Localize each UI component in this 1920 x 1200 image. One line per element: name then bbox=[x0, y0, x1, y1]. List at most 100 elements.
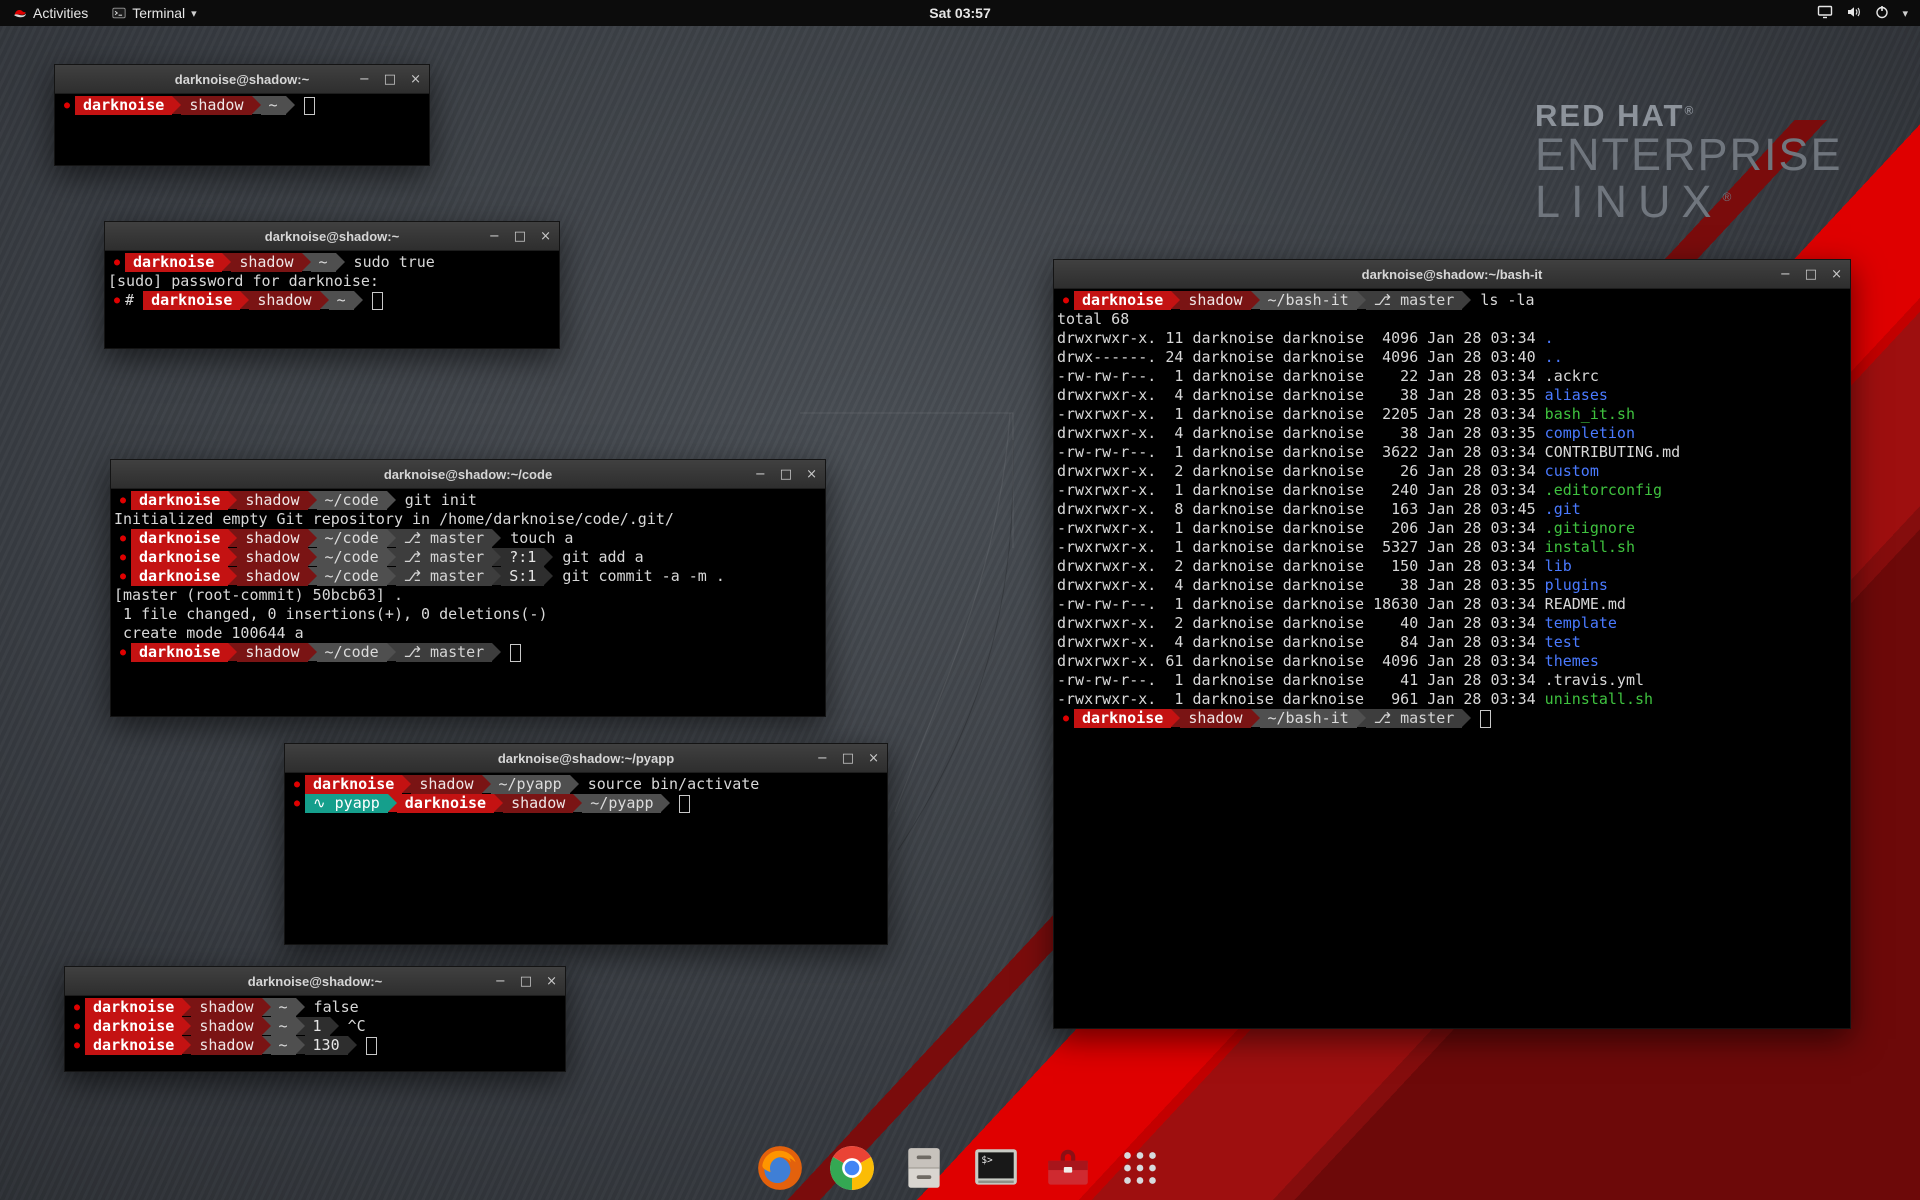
minimize-button[interactable]: − bbox=[817, 752, 828, 765]
prompt-user-segment: darknoise bbox=[143, 291, 240, 310]
chevron-down-icon: ▾ bbox=[1902, 7, 1908, 20]
terminal-line: drwxrwxr-x. 4 darknoise darknoise 38 Jan… bbox=[1057, 386, 1850, 405]
redhat-prompt-icon: ● bbox=[1057, 709, 1074, 728]
maximize-button[interactable]: □ bbox=[1805, 268, 1817, 281]
minimize-button[interactable]: − bbox=[495, 975, 506, 988]
windows-layer: darknoise@shadow:~−□×●darknoiseshadow~da… bbox=[0, 0, 1920, 1200]
prompt-path-segment: ~ bbox=[271, 1036, 296, 1055]
redhat-prompt-icon: ● bbox=[288, 794, 305, 813]
window-titlebar[interactable]: darknoise@shadow:~ − □ × bbox=[55, 65, 429, 94]
close-button[interactable]: × bbox=[868, 752, 879, 765]
terminal-body[interactable]: ●darknoiseshadow~ false●darknoiseshadow~… bbox=[65, 996, 565, 1071]
close-button[interactable]: × bbox=[546, 975, 557, 988]
terminal-window-home-sudo[interactable]: darknoise@shadow:~−□×●darknoiseshadow~ s… bbox=[104, 221, 560, 349]
powerline-separator bbox=[492, 567, 501, 585]
maximize-button[interactable]: □ bbox=[842, 752, 854, 765]
terminal-text: ls -la bbox=[1471, 291, 1534, 310]
text-cursor bbox=[679, 795, 690, 813]
close-button[interactable]: × bbox=[1831, 268, 1842, 281]
powerline-separator bbox=[492, 529, 501, 547]
dock-item-terminal[interactable]: $> bbox=[968, 1140, 1024, 1196]
prompt-path-segment: ~ bbox=[261, 96, 286, 115]
powerline-separator bbox=[1357, 709, 1366, 727]
prompt-git-segment: ⎇ master bbox=[1366, 291, 1463, 310]
prompt-user-segment: darknoise bbox=[125, 253, 222, 272]
executable-name: install.sh bbox=[1545, 538, 1635, 557]
minimize-button[interactable]: − bbox=[1780, 268, 1791, 281]
directory-name: completion bbox=[1545, 424, 1635, 443]
terminal-line: ●darknoiseshadow~/code git init bbox=[114, 491, 825, 510]
activities-button[interactable]: Activities bbox=[0, 0, 100, 26]
redhat-prompt-icon: ● bbox=[68, 1017, 85, 1036]
terminal-line: -rwxrwxr-x. 1 darknoise darknoise 206 Ja… bbox=[1057, 519, 1850, 538]
window-titlebar[interactable]: darknoise@shadow:~/bash-it − □ × bbox=[1054, 260, 1850, 289]
close-button[interactable]: × bbox=[540, 230, 551, 243]
prompt-user-segment: darknoise bbox=[85, 1017, 182, 1036]
window-titlebar[interactable]: darknoise@shadow:~/pyapp−□× bbox=[285, 744, 887, 773]
terminal-window-bash-it[interactable]: darknoise@shadow:~/bash-it−□×●darknoises… bbox=[1053, 259, 1851, 1029]
dock-item-firefox[interactable] bbox=[752, 1140, 808, 1196]
terminal-line: drwxrwxr-x. 4 darknoise darknoise 38 Jan… bbox=[1057, 576, 1850, 595]
window-titlebar[interactable]: darknoise@shadow:~/code−□× bbox=[111, 460, 825, 489]
terminal-text: touch a bbox=[501, 529, 573, 548]
powerline-separator bbox=[387, 548, 396, 566]
terminal-text: drwxrwxr-x. 11 darknoise darknoise 4096 … bbox=[1057, 329, 1545, 348]
powerline-separator bbox=[482, 775, 491, 793]
window-titlebar[interactable]: darknoise@shadow:~−□× bbox=[105, 222, 559, 251]
dock-item-files[interactable] bbox=[896, 1140, 952, 1196]
redhat-logo-icon bbox=[12, 6, 27, 21]
terminal-body[interactable]: ●darknoiseshadow~/bash-it⎇ master ls -la… bbox=[1054, 289, 1850, 1028]
terminal-window-code[interactable]: darknoise@shadow:~/code−□×●darknoiseshad… bbox=[110, 459, 826, 717]
terminal-window-exit-codes[interactable]: darknoise@shadow:~−□×●darknoiseshadow~ f… bbox=[64, 966, 566, 1072]
terminal-text: drwxrwxr-x. 2 darknoise darknoise 26 Jan… bbox=[1057, 462, 1545, 481]
redhat-prompt-icon: ● bbox=[114, 643, 131, 662]
window-title: darknoise@shadow:~ bbox=[175, 72, 309, 87]
terminal-body[interactable]: ●darknoiseshadow~/pyapp source bin/activ… bbox=[285, 773, 887, 944]
powerline-separator bbox=[387, 491, 396, 509]
terminal-line: [sudo] password for darknoise: bbox=[108, 272, 559, 291]
terminal-body[interactable]: ●darknoiseshadow~ bbox=[55, 94, 429, 165]
window-title: darknoise@shadow:~/bash-it bbox=[1362, 267, 1543, 282]
dock-item-app-grid[interactable] bbox=[1112, 1140, 1168, 1196]
system-status-area[interactable]: ▾ bbox=[1817, 0, 1920, 26]
power-icon bbox=[1875, 5, 1889, 22]
close-button[interactable]: × bbox=[806, 468, 817, 481]
terminal-line: Initialized empty Git repository in /hom… bbox=[114, 510, 825, 529]
close-button[interactable]: × bbox=[410, 73, 421, 86]
powerline-separator bbox=[354, 291, 363, 309]
powerline-separator bbox=[262, 998, 271, 1016]
prompt-user-segment: darknoise bbox=[131, 529, 228, 548]
terminal-line: -rw-rw-r--. 1 darknoise darknoise 18630 … bbox=[1057, 595, 1850, 614]
terminal-body[interactable]: ●darknoiseshadow~/code git initInitializ… bbox=[111, 489, 825, 716]
terminal-line: drwxrwxr-x. 4 darknoise darknoise 38 Jan… bbox=[1057, 424, 1850, 443]
terminal-line: ●darknoiseshadow~/code⎇ master touch a bbox=[114, 529, 825, 548]
app-menu-terminal[interactable]: Terminal ▾ bbox=[100, 0, 208, 26]
powerline-separator bbox=[240, 291, 249, 309]
clock[interactable]: Sat 03:57 bbox=[929, 5, 990, 21]
prompt-path-segment: ~/bash-it bbox=[1260, 291, 1357, 310]
dock-item-toolbox[interactable] bbox=[1040, 1140, 1096, 1196]
maximize-button[interactable]: □ bbox=[384, 73, 396, 86]
file-name: .travis.yml bbox=[1545, 671, 1644, 690]
powerline-separator bbox=[296, 998, 305, 1016]
window-titlebar[interactable]: darknoise@shadow:~−□× bbox=[65, 967, 565, 996]
terminal-line: [master (root-commit) 50bcb63] . bbox=[114, 586, 825, 605]
minimize-button[interactable]: − bbox=[755, 468, 766, 481]
dock: $> bbox=[752, 1140, 1168, 1196]
terminal-line: ●darknoiseshadow~1 ^C bbox=[68, 1017, 565, 1036]
terminal-window-pyapp[interactable]: darknoise@shadow:~/pyapp−□×●darknoisesha… bbox=[284, 743, 888, 945]
terminal-text: drwxrwxr-x. 4 darknoise darknoise 38 Jan… bbox=[1057, 424, 1545, 443]
maximize-button[interactable]: □ bbox=[514, 230, 526, 243]
prompt-host-segment: shadow bbox=[1180, 291, 1250, 310]
redhat-prompt-icon: ● bbox=[58, 96, 75, 115]
terminal-window-home-1[interactable]: darknoise@shadow:~ − □ × ●darknoiseshadow~ bbox=[54, 64, 430, 166]
prompt-path-segment: ~ bbox=[271, 998, 296, 1017]
dock-item-chrome[interactable] bbox=[824, 1140, 880, 1196]
terminal-body[interactable]: ●darknoiseshadow~ sudo true[sudo] passwo… bbox=[105, 251, 559, 348]
minimize-button[interactable]: − bbox=[359, 73, 370, 86]
minimize-button[interactable]: − bbox=[489, 230, 500, 243]
terminal-line: drwx------. 24 darknoise darknoise 4096 … bbox=[1057, 348, 1850, 367]
maximize-button[interactable]: □ bbox=[780, 468, 792, 481]
maximize-button[interactable]: □ bbox=[520, 975, 532, 988]
prompt-venv-segment: ∿ pyapp bbox=[305, 794, 388, 813]
